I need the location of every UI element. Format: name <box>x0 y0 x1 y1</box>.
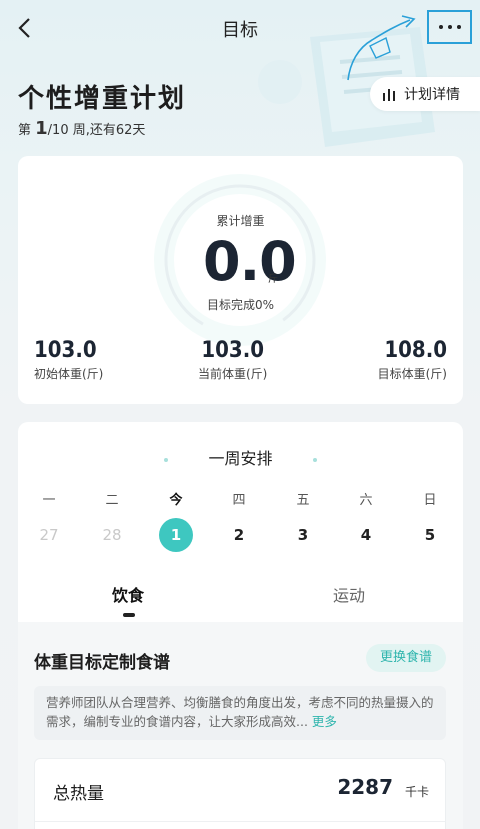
start-weight-label: 初始体重(斤) <box>34 367 104 381</box>
plan-week-info: 第 1/10 周,还有62天 <box>18 118 145 139</box>
week-title-text: 一周安排 <box>208 449 273 468</box>
day-1-selected[interactable]: 1 <box>159 518 193 552</box>
accumulated-gain-value: 0.0 <box>203 230 297 293</box>
bar-chart-icon <box>382 87 398 101</box>
goal-completion: 目标完成0% <box>206 298 275 312</box>
day-27[interactable]: 27 <box>32 518 66 552</box>
week-prefix: 第 <box>18 123 36 138</box>
plan-detail-label: 计划详情 <box>404 87 460 103</box>
decor-dot <box>164 457 169 462</box>
annotation-arrow <box>347 15 416 81</box>
current-weight-label: 当前体重(斤) <box>198 367 268 381</box>
week-current: 1 <box>35 118 48 139</box>
weekday-sun: 日 <box>423 493 437 508</box>
plan-title: 个性增重计划 <box>18 84 187 114</box>
diet-title: 体重目标定制食谱 <box>34 653 170 673</box>
progress-card: 累计增重 0.0 斤 目标完成0% 103.0 初始体重(斤) 103.0 当前… <box>18 156 463 404</box>
tab-diet[interactable]: 饮食 <box>112 582 144 606</box>
calorie-label: 总热量 <box>53 784 104 804</box>
accumulated-gain-label: 累计增重 <box>216 214 265 228</box>
decor-dot <box>312 457 317 462</box>
more-options-button[interactable] <box>427 10 472 44</box>
week-title: 一周安排 <box>18 445 463 469</box>
calorie-card[interactable]: 总热量 2287 千卡 <box>34 758 446 829</box>
dot-icon <box>438 25 443 29</box>
weekday-today: 今 <box>169 493 183 508</box>
diet-description: 营养师团队从合理营养、均衡膳食的角度出发，考虑不同的热量摄入的需求，编制专业的食… <box>34 686 446 740</box>
top-bar: 目标 <box>0 0 480 81</box>
day-28[interactable]: 28 <box>95 518 129 552</box>
diet-description-text: 营养师团队从合理营养、均衡膳食的角度出发，考虑不同的热量摄入的需求，编制专业的食… <box>46 695 434 729</box>
weekday-thu: 四 <box>232 493 246 508</box>
target-weight: 108.0 目标体重(斤) <box>378 338 447 382</box>
change-recipe-button[interactable]: 更换食谱 <box>366 644 446 672</box>
current-weight-value: 103.0 <box>201 338 264 363</box>
weekday-mon: 一 <box>42 493 56 508</box>
current-weight: 103.0 当前体重(斤) <box>198 338 267 382</box>
start-weight-value: 103.0 <box>34 338 97 363</box>
target-weight-value: 108.0 <box>384 338 447 363</box>
weekday-tue: 二 <box>105 493 119 508</box>
calorie-value: 2287 <box>337 775 393 799</box>
day-5[interactable]: 5 <box>413 518 447 552</box>
day-3[interactable]: 3 <box>286 518 320 552</box>
accumulated-gain-unit: 斤 <box>268 274 278 285</box>
week-plan-card: 一周安排 一 二 今 四 五 六 日 27 28 1 2 3 4 5 饮食 运动… <box>18 422 463 829</box>
day-2[interactable]: 2 <box>222 518 256 552</box>
plan-detail-button[interactable]: 计划详情 <box>370 77 480 111</box>
week-rest: /10 周,还有62天 <box>47 123 146 138</box>
dot-icon <box>447 25 452 29</box>
start-weight: 103.0 初始体重(斤) <box>34 338 103 382</box>
day-4[interactable]: 4 <box>349 518 383 552</box>
target-weight-label: 目标体重(斤) <box>377 367 447 381</box>
weekday-sat: 六 <box>359 493 373 508</box>
calorie-unit: 千卡 <box>404 785 429 799</box>
more-link[interactable]: 更多 <box>312 714 337 729</box>
active-tab-indicator <box>123 613 135 617</box>
dot-icon <box>456 25 461 29</box>
tab-sport[interactable]: 运动 <box>333 582 365 606</box>
weekday-fri: 五 <box>296 493 310 508</box>
divider <box>35 821 445 822</box>
